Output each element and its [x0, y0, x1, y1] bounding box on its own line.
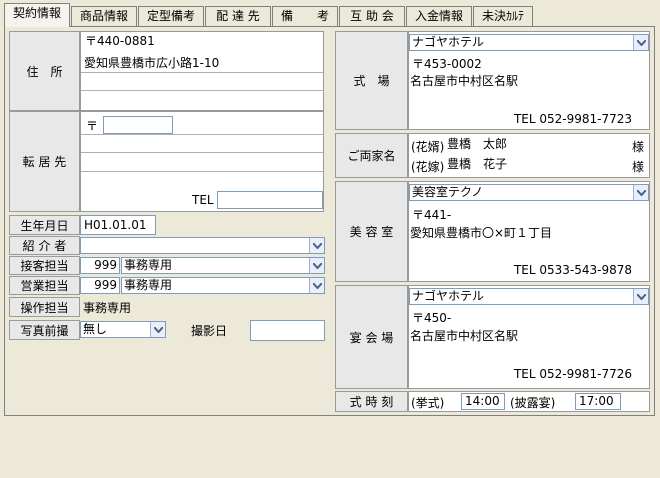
ceremony-venue-name: ナゴヤホテル — [412, 35, 485, 49]
forward-tel-label: TEL — [192, 193, 214, 207]
banquet-hall-name: ナゴヤホテル — [412, 289, 485, 303]
tab-delivery[interactable]: 配 達 先 — [205, 6, 271, 26]
address-line[interactable]: 愛知県豊橋市広小路1-10 — [84, 54, 219, 71]
ceremony-venue-label: 式 場 — [335, 31, 408, 130]
ceremony-time-label: 式 時 刻 — [335, 391, 408, 412]
beauty-salon-label: 美 容 室 — [335, 181, 408, 282]
beauty-salon-name: 美容室テクノ — [412, 185, 484, 199]
sales-staff-code[interactable]: 999 — [80, 277, 120, 294]
referrer-select[interactable] — [80, 237, 325, 254]
chevron-down-icon[interactable] — [309, 258, 324, 273]
shoot-date-label: 撮影日 — [168, 320, 250, 340]
ceremony-tel: TEL 052-9981-7723 — [513, 112, 632, 126]
ceremony-zip: 〒453-0002 — [412, 57, 482, 71]
birth-date-label: 生年月日 — [9, 215, 80, 235]
banquet-hall-label: 宴 会 場 — [335, 285, 408, 389]
sales-staff-name: 事務専用 — [124, 278, 173, 292]
forward-zip-mark: 〒 — [86, 119, 99, 133]
tab-mutual-aid[interactable]: 互 助 会 — [339, 6, 405, 26]
bride-prefix: (花嫁) — [411, 160, 445, 174]
chevron-down-icon[interactable] — [633, 35, 648, 50]
shoot-date-field[interactable] — [250, 320, 325, 341]
family-names-label: ご両家名 — [335, 133, 408, 178]
tab-notes[interactable]: 備 考 — [272, 6, 338, 26]
photo-value: 無し — [83, 322, 108, 336]
chevron-down-icon[interactable] — [150, 322, 165, 337]
beauty-salon-select[interactable]: 美容室テクノ — [409, 184, 649, 201]
beauty-salon-tel: TEL 0533-543-9878 — [513, 263, 632, 277]
banquet-hall-address: 名古屋市中村区名駅 — [410, 329, 519, 343]
tab-contract[interactable]: 契約情報 — [4, 3, 70, 27]
reception-time-field[interactable]: 17:00 — [575, 393, 621, 410]
ceremony-venue-select[interactable]: ナゴヤホテル — [409, 34, 649, 51]
bride-honorific: 様 — [632, 160, 645, 174]
groom-name-field[interactable]: 豊橋 太郎 — [444, 136, 624, 154]
bride-name-field[interactable]: 豊橋 花子 — [444, 156, 624, 174]
chevron-down-icon[interactable] — [309, 238, 324, 253]
referrer-label: 紹 介 者 — [9, 236, 80, 255]
banquet-hall-zip: 〒450- — [412, 311, 452, 325]
reception-staff-label: 接客担当 — [9, 256, 80, 275]
address-zip-field[interactable]: 〒440-0881 — [82, 33, 174, 51]
reception-time-prefix: (披露宴) — [510, 396, 556, 410]
operator-name: 事務専用 — [83, 301, 132, 315]
address-label: 住 所 — [9, 31, 80, 111]
chevron-down-icon[interactable] — [309, 278, 324, 293]
tab-payment[interactable]: 入金情報 — [406, 6, 472, 26]
beauty-salon-zip: 〒441- — [412, 208, 452, 222]
photo-label: 写真前撮 — [9, 320, 80, 340]
chevron-down-icon[interactable] — [633, 289, 648, 304]
reception-staff-code[interactable]: 999 — [80, 257, 120, 274]
ceremony-address: 名古屋市中村区名駅 — [410, 74, 519, 88]
reception-staff-name: 事務専用 — [124, 258, 173, 272]
tab-product[interactable]: 商品情報 — [71, 6, 137, 26]
ceremony-time-prefix: (挙式) — [411, 396, 445, 410]
banquet-hall-select[interactable]: ナゴヤホテル — [409, 288, 649, 305]
chevron-down-icon[interactable] — [633, 185, 648, 200]
reception-staff-select[interactable]: 事務専用 — [121, 257, 325, 274]
tab-template-notes[interactable]: 定型備考 — [138, 6, 204, 26]
sales-staff-label: 営業担当 — [9, 276, 80, 295]
operator-label: 操作担当 — [9, 297, 80, 317]
tab-pending[interactable]: 未決ｶﾙﾃ — [473, 6, 533, 26]
forward-tel-field[interactable] — [217, 191, 323, 209]
photo-select[interactable]: 無し — [80, 321, 166, 338]
groom-prefix: (花婿) — [411, 140, 445, 154]
beauty-salon-address: 愛知県豊橋市〇×町１丁目 — [410, 226, 553, 240]
birth-date-field[interactable]: H01.01.01 — [80, 215, 156, 235]
banquet-hall-tel: TEL 052-9981-7726 — [513, 367, 632, 381]
groom-honorific: 様 — [632, 140, 645, 154]
forward-zip-field[interactable] — [103, 116, 173, 134]
sales-staff-select[interactable]: 事務専用 — [121, 277, 325, 294]
ceremony-time-field[interactable]: 14:00 — [461, 393, 505, 410]
forward-address-label: 転 居 先 — [9, 111, 80, 212]
